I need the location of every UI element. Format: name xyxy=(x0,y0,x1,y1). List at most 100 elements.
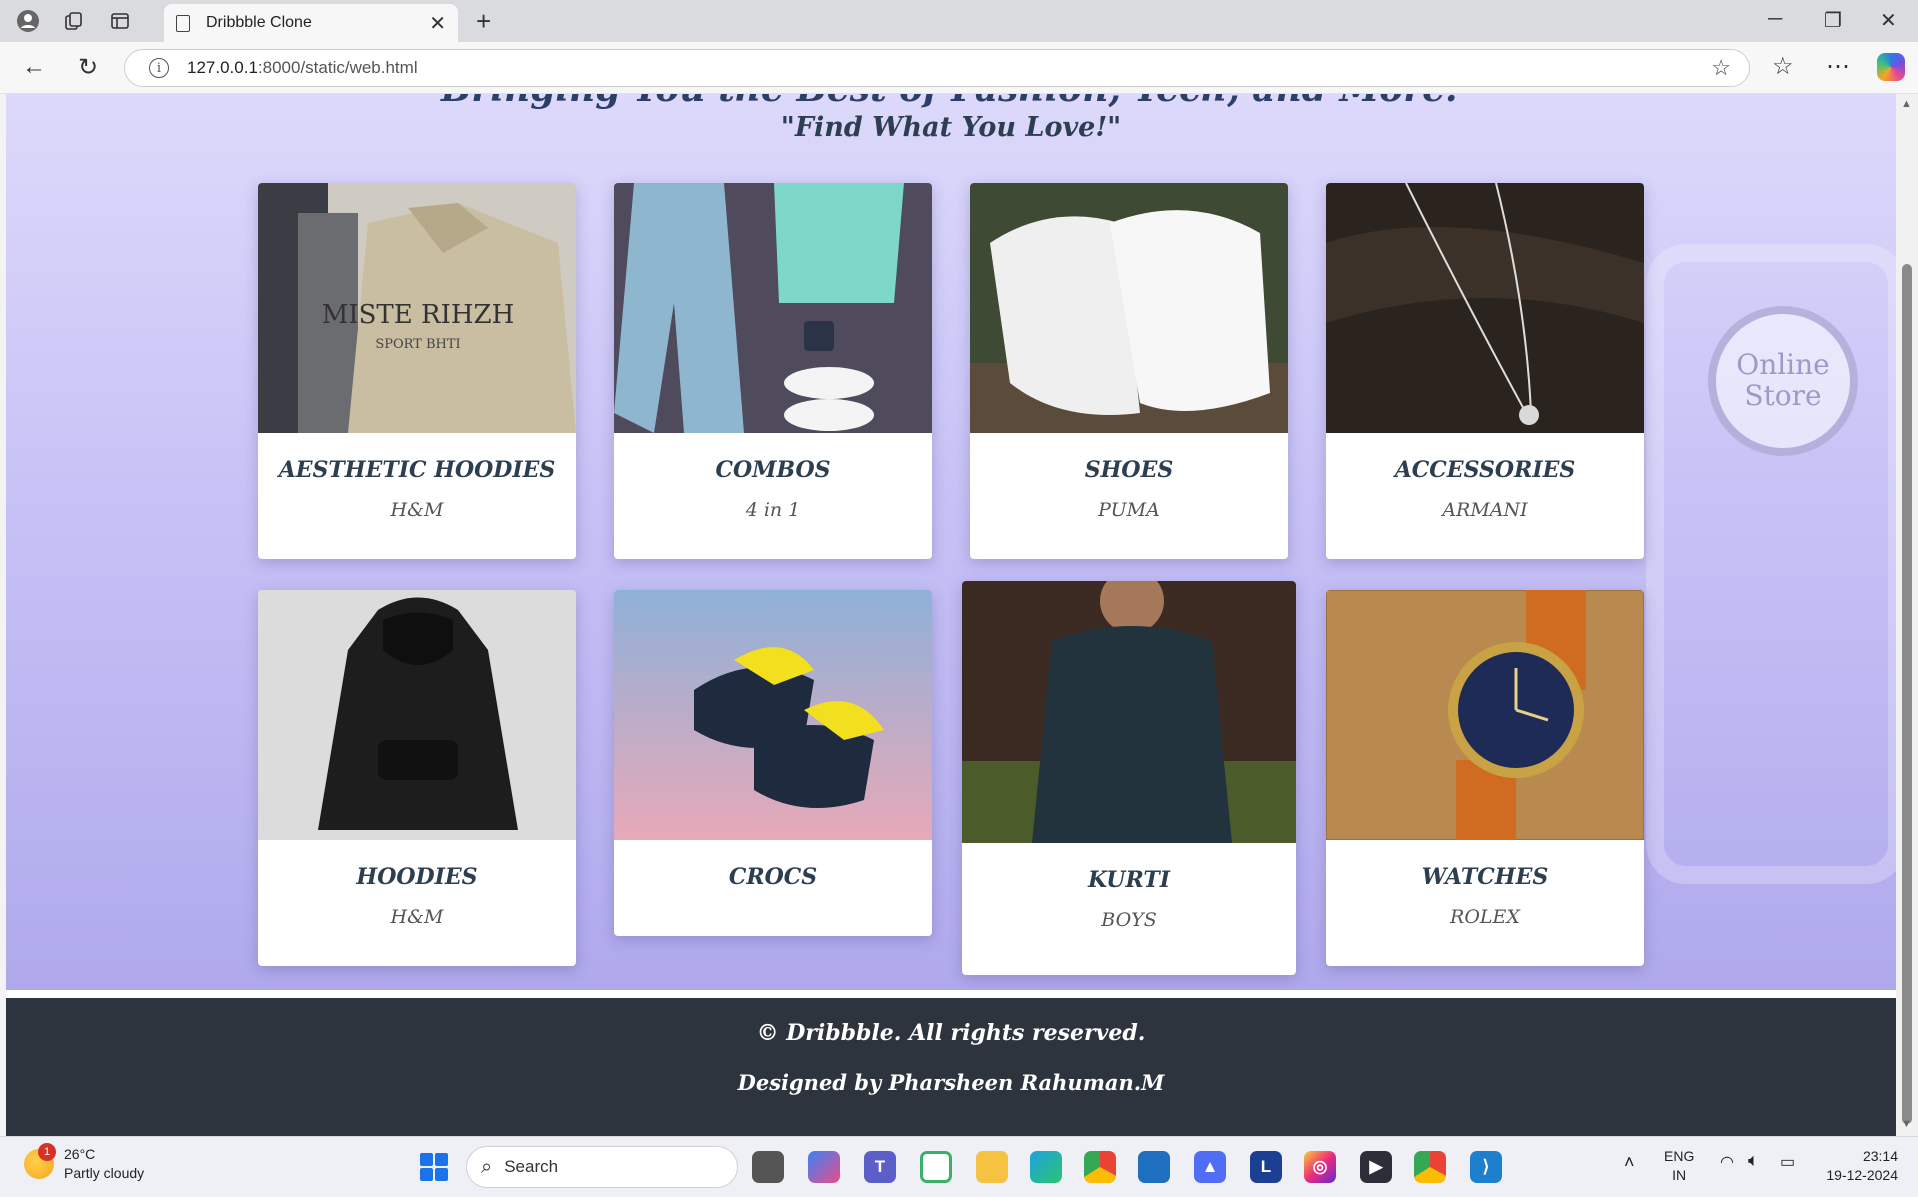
product-card[interactable]: CROCS xyxy=(614,590,932,936)
language-indicator[interactable]: ENG IN xyxy=(1664,1147,1694,1185)
sync-app-icon[interactable] xyxy=(920,1151,952,1183)
jeans-polo-sneakers-photo xyxy=(614,183,932,433)
copilot-icon[interactable] xyxy=(1877,53,1905,81)
footer-credit: Designed by Pharsheen Rahuman.M xyxy=(737,1070,1165,1095)
store-icon[interactable] xyxy=(1138,1151,1170,1183)
chrome-icon[interactable] xyxy=(1084,1151,1116,1183)
card-brand: ROLEX xyxy=(1450,906,1520,928)
battery-icon[interactable]: ▭ xyxy=(1780,1153,1795,1172)
svg-text:MISTE RIHZH: MISTE RIHZH xyxy=(322,300,515,330)
url-path: :8000/static/web.html xyxy=(257,58,418,77)
teams-icon[interactable]: T xyxy=(864,1151,896,1183)
crocs-photo xyxy=(614,590,932,840)
card-brand: H&M xyxy=(390,906,444,928)
card-brand: BOYS xyxy=(1101,909,1157,931)
footer-copyright: © Dribbble. All rights reserved. xyxy=(756,1020,1146,1046)
card-brand: ARMANI xyxy=(1442,499,1528,521)
close-window-icon[interactable]: ✕ xyxy=(1880,8,1897,33)
url-host: 127.0.0.1 xyxy=(187,58,258,77)
footer-divider xyxy=(6,990,1896,998)
favorites-icon[interactable]: ☆ xyxy=(1772,52,1794,81)
file-explorer-icon[interactable] xyxy=(976,1151,1008,1183)
chrome-profile-icon[interactable] xyxy=(1414,1151,1446,1183)
notification-badge: 1 xyxy=(38,1143,56,1161)
profile-icon[interactable] xyxy=(10,5,46,37)
workspaces-icon[interactable] xyxy=(56,5,92,37)
browser-tab-bar: Dribbble Clone ✕ + ─ ❐ ✕ xyxy=(0,0,1918,42)
close-tab-icon[interactable]: ✕ xyxy=(429,11,446,36)
black-hoodie-photo xyxy=(258,590,576,840)
watch-photo xyxy=(1326,590,1644,840)
card-name: HOODIES xyxy=(356,864,478,890)
partly-cloudy-icon: 1 xyxy=(24,1143,56,1179)
clock[interactable]: 23:14 19-12-2024 xyxy=(1818,1147,1898,1185)
restore-icon[interactable]: ❐ xyxy=(1824,8,1842,33)
card-brand: 4 in 1 xyxy=(745,499,801,521)
card-name: CROCS xyxy=(728,864,818,890)
windows-taskbar: 1 26°C Partly cloudy ⌕ Search T ▲ L ◎ ▶ … xyxy=(0,1136,1918,1197)
task-view-icon[interactable] xyxy=(752,1151,784,1183)
windows-start-icon[interactable] xyxy=(420,1153,448,1181)
new-tab-icon[interactable]: + xyxy=(476,6,491,37)
svg-text:SPORT BHTI: SPORT BHTI xyxy=(375,337,460,352)
minimize-icon[interactable]: ─ xyxy=(1768,8,1782,31)
product-card[interactable]: KURTI BOYS xyxy=(962,581,1296,975)
tab-title: Dribbble Clone xyxy=(206,14,312,31)
scroll-down-icon[interactable]: ▼ xyxy=(1901,1118,1912,1130)
hero-headline: Bringing You the Best of Fashion, Tech, … xyxy=(6,94,1896,110)
wifi-icon[interactable]: ◠ xyxy=(1720,1153,1734,1172)
vscode-icon[interactable]: ⟩ xyxy=(1470,1151,1502,1183)
beige-hoodie-photo: MISTE RIHZH SPORT BHTI xyxy=(258,183,576,433)
card-name: ACCESSORIES xyxy=(1394,457,1576,483)
region-code: IN xyxy=(1672,1167,1687,1183)
refresh-icon[interactable]: ↻ xyxy=(78,53,98,82)
clock-time: 23:14 xyxy=(1862,1148,1898,1164)
kurti-model-photo xyxy=(962,581,1296,843)
page-viewport: OnlineStore Bringing You the Best of Fas… xyxy=(6,94,1896,1136)
product-card[interactable]: SHOES PUMA xyxy=(970,183,1288,559)
address-bar[interactable]: i 127.0.0.1:8000/static/web.html ☆ xyxy=(124,49,1750,87)
badge-line2: Store xyxy=(1744,379,1822,412)
l-app-icon[interactable]: L xyxy=(1250,1151,1282,1183)
media-player-icon[interactable]: ▶ xyxy=(1360,1151,1392,1183)
site-info-icon[interactable]: i xyxy=(149,58,169,78)
card-name: COMBOS xyxy=(715,457,831,483)
vertical-tabs-icon[interactable] xyxy=(102,5,138,37)
footer: © Dribbble. All rights reserved. Designe… xyxy=(6,998,1896,1136)
white-sneakers-photo xyxy=(970,183,1288,433)
more-options-icon[interactable]: ⋯ xyxy=(1826,52,1850,81)
product-card[interactable]: COMBOS 4 in 1 xyxy=(614,183,932,559)
page-scrollbar[interactable]: ▲ ▼ xyxy=(1896,94,1918,1136)
product-card[interactable]: ACCESSORIES ARMANI xyxy=(1326,183,1644,559)
scroll-up-icon[interactable]: ▲ xyxy=(1901,98,1912,110)
search-icon: ⌕ xyxy=(481,1155,493,1178)
scrollbar-thumb[interactable] xyxy=(1902,264,1912,1124)
card-name: WATCHES xyxy=(1421,864,1549,890)
volume-icon[interactable]: 🔈︎ xyxy=(1748,1151,1759,1170)
vector-app-icon[interactable]: ▲ xyxy=(1194,1151,1226,1183)
back-icon[interactable]: ← xyxy=(22,53,46,81)
active-tab[interactable]: Dribbble Clone ✕ xyxy=(164,4,458,42)
page-icon xyxy=(176,14,190,32)
badge-line1: Online xyxy=(1736,348,1830,382)
taskbar-search[interactable]: ⌕ Search xyxy=(466,1146,738,1188)
copilot-app-icon[interactable] xyxy=(808,1151,840,1183)
card-brand: H&M xyxy=(390,499,444,521)
edge-icon[interactable] xyxy=(1030,1151,1062,1183)
product-card[interactable]: HOODIES H&M xyxy=(258,590,576,966)
silver-necklace-photo xyxy=(1326,183,1644,433)
favorite-star-icon[interactable]: ☆ xyxy=(1711,55,1731,81)
clock-date: 19-12-2024 xyxy=(1826,1167,1898,1183)
product-card[interactable]: MISTE RIHZH SPORT BHTI AESTHETIC HOODIES … xyxy=(258,183,576,559)
search-placeholder: Search xyxy=(504,1157,559,1176)
card-name: KURTI xyxy=(1087,867,1171,893)
card-name: SHOES xyxy=(1084,457,1174,483)
hero-tagline: "Find What You Love!" xyxy=(780,112,1122,143)
online-store-badge: Online Store xyxy=(1708,306,1858,456)
weather-widget[interactable]: 1 26°C Partly cloudy xyxy=(24,1143,144,1183)
instagram-icon[interactable]: ◎ xyxy=(1304,1151,1336,1183)
lang-code: ENG xyxy=(1664,1148,1695,1164)
show-hidden-icons[interactable]: ˄ xyxy=(1624,1153,1635,1172)
product-card[interactable]: WATCHES ROLEX xyxy=(1326,590,1644,966)
weather-temp: 26°C xyxy=(64,1146,96,1162)
